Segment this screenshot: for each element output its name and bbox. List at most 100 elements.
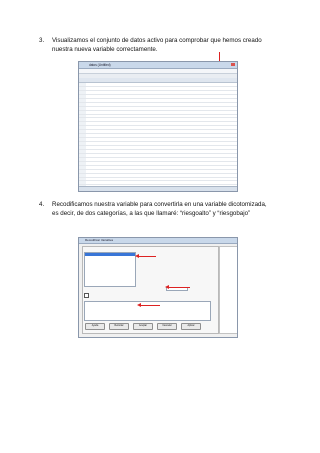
table-cell [86,150,100,153]
table-cell [196,178,210,181]
table-cell [141,138,155,141]
table-cell [155,91,169,94]
table-cell [86,154,100,157]
table-cell [155,162,169,165]
data-window-screenshot: datos (Untitled) [78,61,238,192]
table-cell [113,122,127,125]
table-cell [79,98,86,102]
table-cell [223,158,237,161]
table-cell [168,103,182,106]
table-cell [210,162,224,165]
table-cell [79,173,86,177]
table-cell [182,103,196,106]
table-cell [113,174,127,177]
table-cell [127,91,141,94]
table-cell [141,115,155,118]
table-cell [86,126,100,129]
table-cell [79,130,86,134]
table-cell [100,99,114,102]
table-cell [141,111,155,114]
table-cell [86,134,100,137]
table-cell [182,126,196,129]
table-cell [155,118,169,121]
table-cell [155,146,169,149]
table-cell [196,138,210,141]
table-cell [127,95,141,98]
table-cell [155,126,169,129]
arrow-1-head [135,254,139,258]
table-cell [196,170,210,173]
table-cell [113,111,127,114]
table-cell [223,87,237,90]
table-cell [113,130,127,133]
table-cell [113,91,127,94]
table-cell [155,142,169,145]
table-cell [100,91,114,94]
table-cell [196,150,210,153]
table-cell [182,178,196,181]
table-cell [127,87,141,90]
table-cell [113,99,127,102]
table-cell [79,138,86,142]
table-cell [223,91,237,94]
table-cell [182,166,196,169]
table-cell [168,178,182,181]
table-cell [196,83,210,86]
table-cell [79,126,86,130]
table-cell [182,170,196,173]
table-cell [155,150,169,153]
table-cell [100,87,114,90]
table-cell [196,107,210,110]
table-cell [196,91,210,94]
table-cell [155,111,169,114]
table-cell [223,174,237,177]
checkbox-box [84,293,89,298]
table-cell [141,107,155,110]
table-cell [182,154,196,157]
table-cell [79,149,86,153]
table-cell [223,107,237,110]
table-cell [100,178,114,181]
table-cell [168,95,182,98]
table-cell [155,107,169,110]
table-cell [210,174,224,177]
table-cell [210,130,224,133]
table-cell [141,150,155,153]
table-cell [182,162,196,165]
table-cell [100,130,114,133]
arrow-1 [138,256,156,257]
table-cell [113,103,127,106]
table-cell [113,154,127,157]
table-cell [79,153,86,157]
table-cell [100,95,114,98]
background-window [219,246,237,334]
table-cell [223,170,237,173]
console-output-strip [84,340,234,351]
table-cell [196,122,210,125]
table-cell [100,115,114,118]
table-cell [196,99,210,102]
table-cell [210,91,224,94]
step-4-line-1: Recodificamos nuestra variable para conv… [52,201,267,208]
table-cell [223,126,237,129]
table-cell [79,134,86,138]
table-cell [141,95,155,98]
table-cell [182,181,196,184]
close-icon [231,63,235,66]
table-cell [155,130,169,133]
table-cell [86,178,100,181]
table-cell [86,162,100,165]
table-cell [86,91,100,94]
data-grid-rows [79,83,237,191]
table-cell [223,178,237,181]
table-cell [127,162,141,165]
table-cell [79,177,86,181]
table-cell [141,130,155,133]
table-cell [155,170,169,173]
table-cell [86,83,100,86]
table-cell [113,107,127,110]
dialog-titlebar: Recodificar Variables [79,238,237,244]
table-cell [79,181,86,185]
table-cell [155,95,169,98]
table-cell [127,122,141,125]
